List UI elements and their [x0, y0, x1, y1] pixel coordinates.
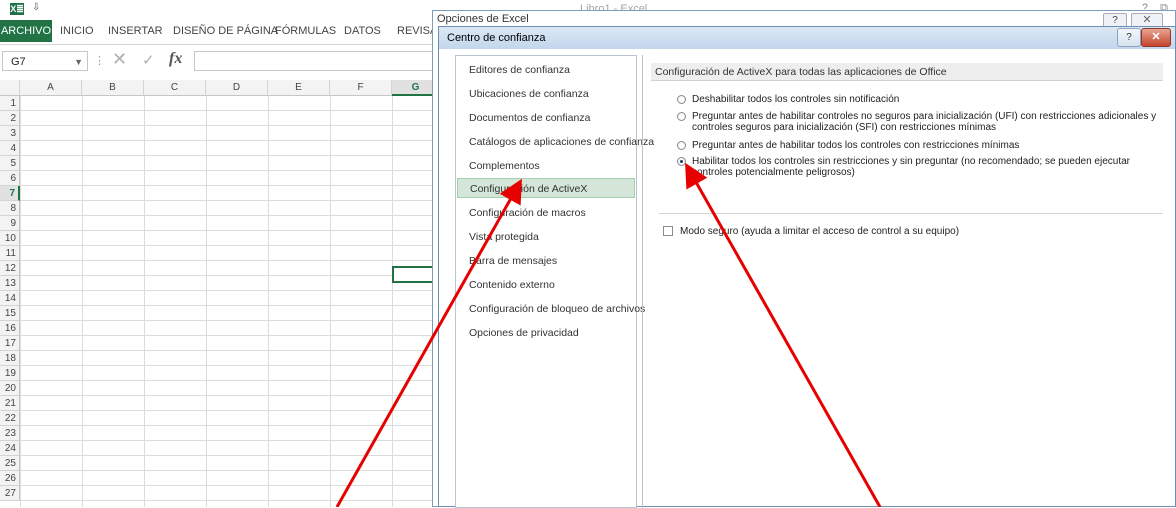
nav-item-configuracion-activex[interactable]: Configuración de ActiveX	[457, 178, 635, 198]
activex-settings-panel: Configuración de ActiveX para todas las …	[642, 55, 1176, 508]
column-header[interactable]: E	[268, 80, 330, 96]
select-all-corner[interactable]	[0, 80, 20, 96]
nav-item-editores-de-confianza[interactable]: Editores de confianza	[457, 60, 635, 80]
row-header[interactable]: 9	[0, 216, 20, 231]
close-button[interactable]: ✕	[1141, 28, 1171, 47]
column-header[interactable]: B	[82, 80, 144, 96]
enter-icon[interactable]: ✓	[142, 51, 155, 69]
safe-mode-checkbox[interactable]	[663, 226, 673, 236]
row-header[interactable]: 23	[0, 426, 20, 441]
formula-bar-separator-icon: ⋮	[94, 55, 105, 67]
tab-datos[interactable]: DATOS	[344, 20, 381, 42]
worksheet-grid[interactable]: A B C D E F G 1 2 3 4 5 6 7 8 9 10 11 12 13 14 15 16 17 1…	[0, 80, 440, 507]
row-header[interactable]: 24	[0, 441, 20, 456]
nav-item-bloqueo-de-archivos[interactable]: Configuración de bloqueo de archivos	[457, 299, 645, 319]
row-header[interactable]: 21	[0, 396, 20, 411]
row-header[interactable]: 25	[0, 456, 20, 471]
row-header[interactable]: 19	[0, 366, 20, 381]
column-header[interactable]: A	[20, 80, 82, 96]
radio-button[interactable]	[677, 112, 686, 121]
name-box-value: G7	[11, 56, 26, 68]
row-header[interactable]: 12	[0, 261, 20, 276]
formula-input[interactable]	[194, 51, 439, 71]
row-header[interactable]: 5	[0, 156, 20, 171]
row-header[interactable]: 26	[0, 471, 20, 486]
radio-label: Preguntar antes de habilitar todos los c…	[692, 140, 1020, 151]
dialog-title-bar: Centro de confianza ? ✕	[439, 27, 1175, 49]
row-header[interactable]: 27	[0, 486, 20, 501]
row-header[interactable]: 6	[0, 171, 20, 186]
column-header[interactable]: F	[330, 80, 392, 96]
nav-item-barra-de-mensajes[interactable]: Barra de mensajes	[457, 251, 635, 271]
row-header[interactable]: 14	[0, 291, 20, 306]
row-header[interactable]: 3	[0, 126, 20, 141]
dialog-title: Centro de confianza	[447, 32, 546, 44]
row-header[interactable]: 2	[0, 111, 20, 126]
tab-archivo[interactable]: ARCHIVO	[0, 20, 52, 42]
row-header[interactable]: 18	[0, 351, 20, 366]
row-header[interactable]: 20	[0, 381, 20, 396]
radio-label: Deshabilitar todos los controles sin not…	[692, 94, 900, 105]
row-header[interactable]: 16	[0, 321, 20, 336]
quick-access-dropdown[interactable]: ⇩	[32, 2, 40, 13]
excel-logo-icon: X≣	[10, 3, 24, 15]
chevron-down-icon[interactable]: ▼	[74, 52, 83, 72]
nav-item-opciones-de-privacidad[interactable]: Opciones de privacidad	[457, 323, 635, 343]
nav-item-documentos-de-confianza[interactable]: Documentos de confianza	[457, 108, 635, 128]
row-header[interactable]: 17	[0, 336, 20, 351]
row-header[interactable]: 4	[0, 141, 20, 156]
row-header[interactable]: 1	[0, 96, 20, 111]
radio-button[interactable]	[677, 141, 686, 150]
divider	[659, 213, 1163, 214]
row-header[interactable]: 13	[0, 276, 20, 291]
nav-item-configuracion-macros[interactable]: Configuración de macros	[457, 203, 635, 223]
radio-label: Habilitar todos los controles sin restri…	[692, 156, 1131, 178]
dialog-title: Opciones de Excel	[437, 13, 529, 25]
trust-center-nav: Editores de confianza Ubicaciones de con…	[455, 55, 654, 508]
insert-function-icon[interactable]: fx	[169, 50, 182, 68]
cell-area[interactable]	[20, 96, 440, 507]
row-header[interactable]: 15	[0, 306, 20, 321]
tab-inicio[interactable]: INICIO	[60, 20, 94, 42]
nav-item-complementos[interactable]: Complementos	[457, 156, 635, 176]
radio-button-selected[interactable]	[677, 157, 686, 166]
nav-item-catalogos-de-aplicaciones[interactable]: Catálogos de aplicaciones de confianza	[457, 132, 654, 152]
nav-item-ubicaciones-de-confianza[interactable]: Ubicaciones de confianza	[457, 84, 635, 104]
column-header[interactable]: D	[206, 80, 268, 96]
column-header[interactable]: C	[144, 80, 206, 96]
section-header: Configuración de ActiveX para todas las …	[651, 63, 1163, 81]
help-button[interactable]: ?	[1117, 28, 1141, 47]
row-header[interactable]: 22	[0, 411, 20, 426]
nav-item-contenido-externo[interactable]: Contenido externo	[457, 275, 635, 295]
name-box[interactable]: G7 ▼	[2, 51, 88, 71]
tab-formulas[interactable]: FÓRMULAS	[275, 20, 336, 42]
row-header[interactable]: 11	[0, 246, 20, 261]
row-header[interactable]: 10	[0, 231, 20, 246]
cancel-icon[interactable]: ✕	[112, 49, 127, 70]
radio-label: Preguntar antes de habilitar controles n…	[692, 111, 1157, 133]
row-header-selected[interactable]: 7	[0, 186, 20, 201]
tab-diseno-de-pagina[interactable]: DISEÑO DE PÁGINA	[173, 20, 278, 42]
safe-mode-label: Modo seguro (ayuda a limitar el acceso d…	[680, 226, 960, 237]
tab-insertar[interactable]: INSERTAR	[108, 20, 163, 42]
row-header[interactable]: 8	[0, 201, 20, 216]
nav-item-vista-protegida[interactable]: Vista protegida	[457, 227, 635, 247]
radio-button[interactable]	[677, 95, 686, 104]
trust-center-dialog: Centro de confianza ? ✕ Editores de conf…	[438, 26, 1176, 508]
